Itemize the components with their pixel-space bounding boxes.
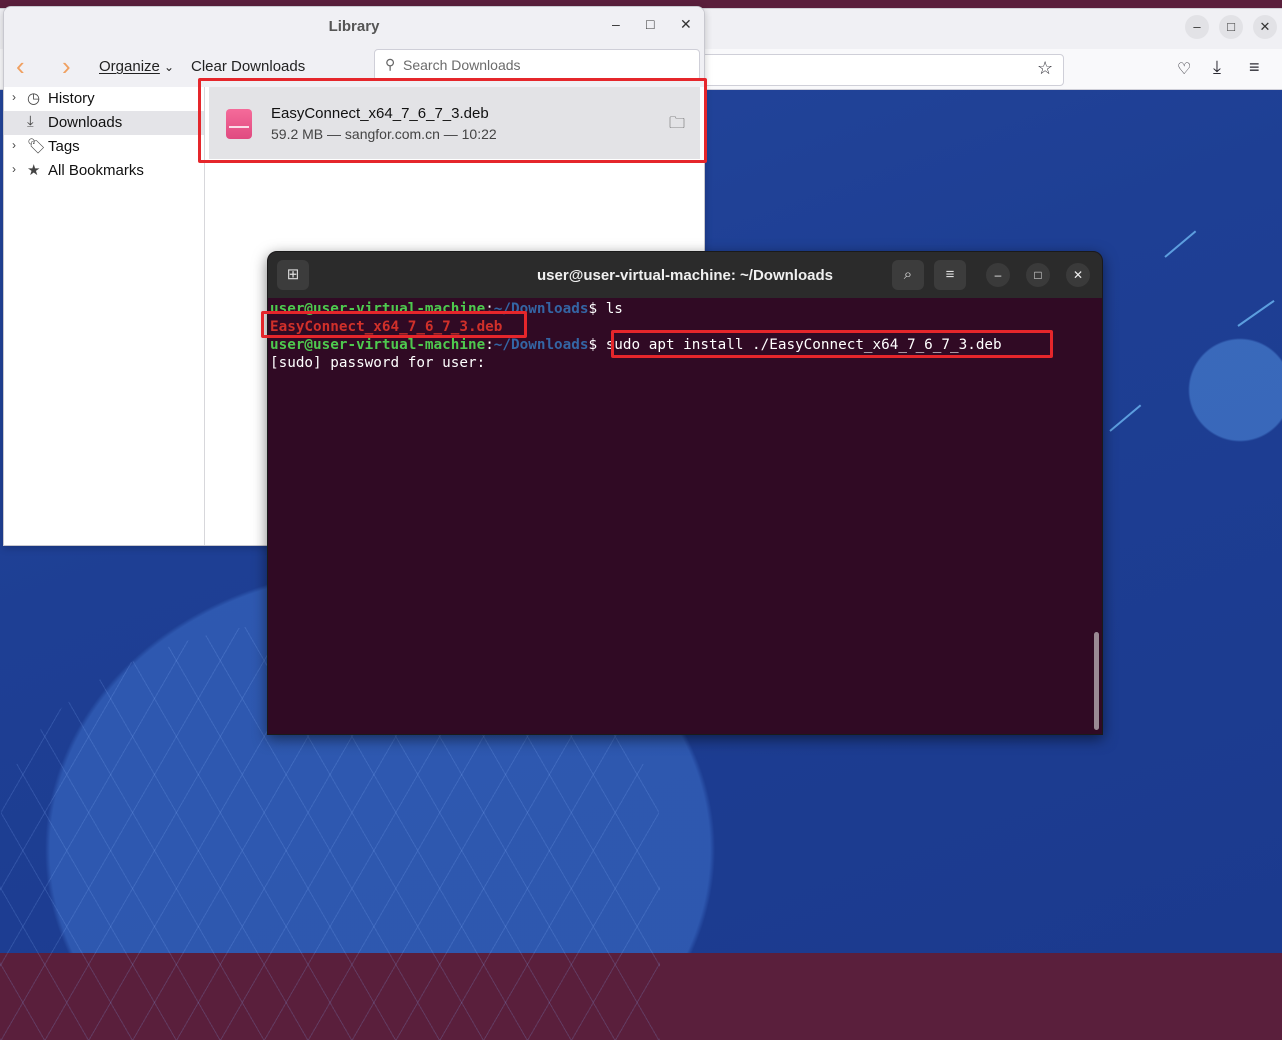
prompt-sep: : xyxy=(485,337,494,353)
prompt-user: user@user-virtual-machine xyxy=(270,337,486,353)
chevron-down-icon: ⌄ xyxy=(164,60,175,74)
library-maximize-button[interactable]: □ xyxy=(646,16,654,32)
menu-icon[interactable]: ≡ xyxy=(1249,57,1260,78)
terminal-output[interactable]: user@user-virtual-machine:~/Downloads$ l… xyxy=(270,300,1090,730)
url-bar[interactable]: ☆ xyxy=(700,54,1064,86)
forward-arrow-icon[interactable]: › xyxy=(62,51,71,82)
terminal-title: user@user-virtual-machine: ~/Downloads xyxy=(537,267,833,284)
command-text: ls xyxy=(605,301,623,317)
sidebar-item-downloads[interactable]: ⤓ Downloads xyxy=(4,111,204,135)
organize-label: Organize xyxy=(99,58,160,75)
terminal-minimize-button[interactable]: – xyxy=(986,263,1010,287)
back-arrow-icon[interactable]: ‹ xyxy=(16,51,25,82)
chevron-right-icon[interactable]: › xyxy=(12,162,16,176)
tag-icon: 🏷 xyxy=(27,138,47,155)
bookmark-star-icon[interactable]: ☆ xyxy=(1037,58,1053,79)
sidebar-item-label: Downloads xyxy=(48,114,123,131)
light-streak xyxy=(1164,230,1197,258)
clear-downloads-button[interactable]: Clear Downloads xyxy=(191,58,305,75)
search-placeholder: Search Downloads xyxy=(403,57,521,73)
terminal-maximize-button[interactable]: □ xyxy=(1026,263,1050,287)
sidebar-item-label: All Bookmarks xyxy=(48,162,144,179)
light-streak xyxy=(1109,404,1142,432)
sidebar-item-label: Tags xyxy=(48,138,80,155)
minimize-button[interactable]: – xyxy=(1185,15,1209,39)
sidebar-item-all-bookmarks[interactable]: › ★ All Bookmarks xyxy=(4,159,204,183)
sudo-password-prompt: [sudo] password for user: xyxy=(270,355,494,371)
search-button[interactable]: ⌕ xyxy=(892,260,924,290)
chevron-right-icon[interactable]: › xyxy=(12,90,16,104)
sidebar-item-history[interactable]: › ◷ History xyxy=(4,87,204,111)
clock-icon: ◷ xyxy=(27,90,41,107)
prompt-symbol: $ xyxy=(588,301,606,317)
prompt-path: ~/Downloads xyxy=(493,337,589,353)
download-icon: ⤓ xyxy=(27,113,34,130)
close-button[interactable]: ✕ xyxy=(1253,15,1277,39)
sidebar-item-tags[interactable]: › 🏷 Tags xyxy=(4,135,204,159)
library-sidebar: › ◷ History ⤓ Downloads › 🏷 Tags › ★ All… xyxy=(4,87,205,545)
search-icon: ⚲ xyxy=(385,56,396,72)
library-titlebar: Library – □ ✕ xyxy=(4,7,704,45)
chevron-right-icon[interactable]: › xyxy=(12,138,16,152)
hamburger-menu-button[interactable]: ≡ xyxy=(934,260,966,290)
star-icon: ★ xyxy=(27,162,41,179)
highlight-box xyxy=(198,78,707,163)
terminal-close-button[interactable]: ✕ xyxy=(1066,263,1090,287)
maximize-button[interactable]: □ xyxy=(1219,15,1243,39)
highlight-box xyxy=(261,311,527,338)
prompt-symbol: $ xyxy=(588,337,606,353)
light-streak xyxy=(1237,299,1275,327)
downloads-icon[interactable]: ⤓ xyxy=(1213,57,1221,78)
pocket-icon[interactable]: ♡ xyxy=(1177,59,1191,79)
organize-button[interactable]: Organize ⌄ xyxy=(99,58,174,75)
search-input[interactable]: ⚲ Search Downloads xyxy=(374,49,700,81)
highlight-box xyxy=(611,330,1053,358)
terminal-titlebar: ⊞ user@user-virtual-machine: ~/Downloads… xyxy=(268,252,1102,298)
sidebar-item-label: History xyxy=(48,90,95,107)
library-title: Library xyxy=(328,18,380,35)
terminal-scrollbar[interactable] xyxy=(1094,632,1099,730)
library-minimize-button[interactable]: – xyxy=(612,16,620,32)
library-close-button[interactable]: ✕ xyxy=(680,16,692,33)
